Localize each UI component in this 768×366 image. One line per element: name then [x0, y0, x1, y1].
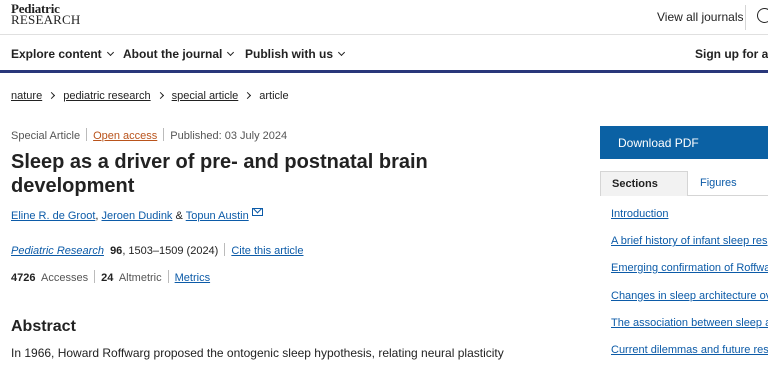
- author-link[interactable]: Jeroen Dudink: [102, 210, 173, 222]
- nav-publish-with-us[interactable]: Publish with us: [245, 47, 346, 61]
- volume-number: 96: [110, 245, 123, 257]
- section-link-dilemmas[interactable]: Current dilemmas and future res: [611, 344, 768, 356]
- download-pdf-label: Download PDF: [618, 136, 699, 150]
- view-all-journals-link[interactable]: View all journals: [657, 10, 744, 24]
- article-metrics: 4726 Accesses 24 Altmetric Metrics: [11, 270, 210, 284]
- breadcrumb-pediatric-research[interactable]: pediatric research: [63, 90, 150, 102]
- nav-label: About the journal: [123, 47, 223, 61]
- article-meta: Special Article Open access Published: 03 …: [11, 128, 287, 142]
- divider: [86, 128, 88, 141]
- article-title: Sleep as a driver of pre- and postnatal …: [11, 151, 428, 197]
- author-link[interactable]: Eline R. de Groot: [11, 210, 95, 222]
- divider: [94, 270, 96, 283]
- tab-sections[interactable]: Sections: [600, 171, 688, 196]
- altmetric-label: Altmetric: [118, 272, 162, 284]
- abstract-heading: Abstract: [11, 318, 76, 335]
- download-pdf-button[interactable]: Download PDF: [600, 126, 768, 159]
- tab-figures[interactable]: Figures: [700, 171, 768, 196]
- search-icon[interactable]: [757, 8, 768, 23]
- journal-name-link[interactable]: Pediatric Research: [11, 245, 104, 257]
- chevron-right-icon: [156, 91, 164, 100]
- logo-line-2: RESEARCH: [11, 12, 81, 27]
- header-divider: [745, 5, 746, 30]
- email-icon[interactable]: [251, 208, 263, 216]
- chevron-down-icon: [227, 48, 235, 57]
- breadcrumb: nature pediatric research special article a…: [11, 90, 289, 102]
- open-access-link[interactable]: Open access: [93, 130, 157, 142]
- chevron-right-icon: [244, 91, 252, 100]
- main-nav: Explore content About the journal Publis…: [0, 36, 768, 70]
- abstract-text: In 1966, Howard Roffwarg proposed the on…: [11, 346, 504, 360]
- nav-explore-content[interactable]: Explore content: [11, 47, 114, 61]
- cite-this-article-link[interactable]: Cite this article: [231, 245, 303, 257]
- nav-label: Explore content: [11, 47, 102, 61]
- citation-line: Pediatric Research 96, 1503–1509 (2024) C…: [11, 243, 303, 257]
- section-link-emerging[interactable]: Emerging confirmation of Roffwa: [611, 262, 768, 274]
- metrics-link[interactable]: Metrics: [175, 272, 210, 284]
- article-type: Special Article: [11, 130, 81, 142]
- accesses-label: Accesses: [41, 272, 89, 284]
- accesses-count: 4726: [11, 272, 36, 284]
- chevron-right-icon: [48, 91, 56, 100]
- author-separator: &: [172, 210, 186, 222]
- nav-label: Publish with us: [245, 47, 334, 61]
- chevron-down-icon: [106, 48, 114, 57]
- breadcrumb-current: article: [259, 90, 289, 102]
- top-header: Pediatric RESEARCH View all journals: [0, 0, 768, 35]
- divider: [224, 243, 226, 256]
- published-date: Published: 03 July 2024: [170, 130, 288, 142]
- section-link-history[interactable]: A brief history of infant sleep res: [611, 235, 768, 247]
- breadcrumb-special-article[interactable]: special article: [172, 90, 239, 102]
- sign-up-link[interactable]: Sign up for ale: [695, 47, 768, 61]
- nav-about-the-journal[interactable]: About the journal: [123, 47, 235, 61]
- sidebar-tabs: Sections Figures: [600, 171, 768, 196]
- altmetric-count: 24: [101, 272, 114, 284]
- section-link-introduction[interactable]: Introduction: [611, 208, 668, 220]
- citation-pages: , 1503–1509 (2024): [122, 245, 219, 257]
- breadcrumb-nature[interactable]: nature: [11, 90, 42, 102]
- divider: [167, 270, 169, 283]
- journal-logo[interactable]: Pediatric RESEARCH: [11, 2, 81, 27]
- section-link-association[interactable]: The association between sleep a: [611, 317, 768, 329]
- nav-accent-bar: [0, 70, 768, 73]
- section-link-changes[interactable]: Changes in sleep architecture ov: [611, 290, 768, 302]
- author-list: Eline R. de Groot, Jeroen Dudink & Topun…: [11, 208, 263, 222]
- chevron-down-icon: [337, 48, 346, 57]
- divider: [163, 128, 165, 141]
- author-link[interactable]: Topun Austin: [186, 210, 249, 222]
